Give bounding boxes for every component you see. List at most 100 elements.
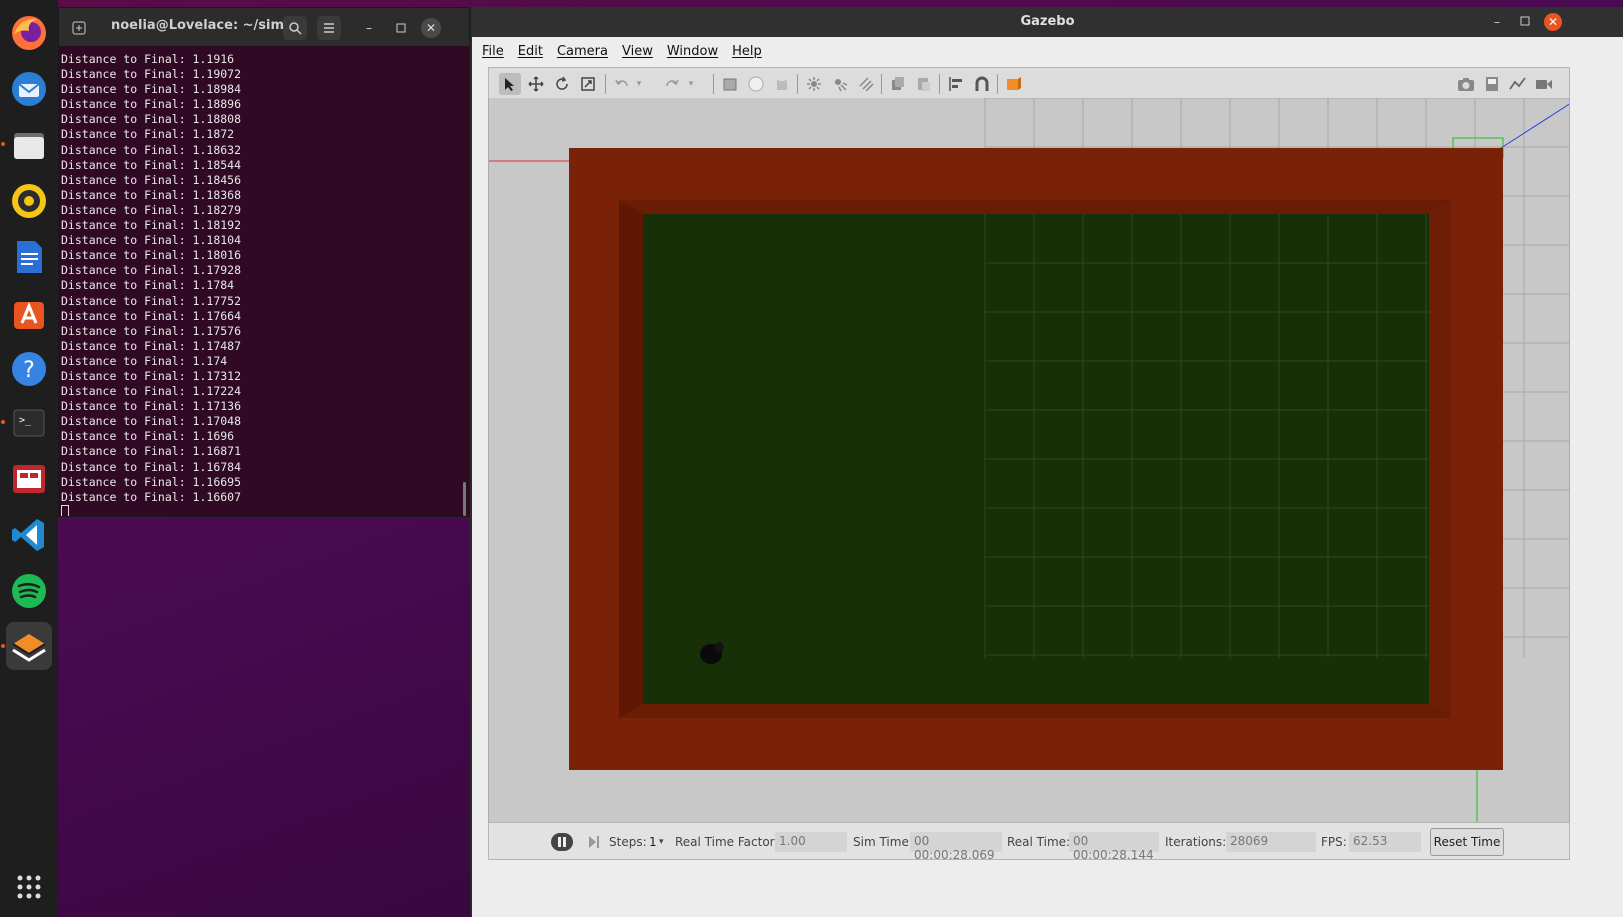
terminal-line: Distance to Final: 1.19072 [61, 67, 242, 82]
terminal-line: Distance to Final: 1.174 [61, 353, 228, 368]
fps-label: FPS: [1321, 835, 1347, 849]
screen-recorder-icon[interactable] [6, 456, 52, 502]
box-shape-icon[interactable] [719, 73, 741, 95]
thunderbird-icon[interactable] [6, 66, 52, 112]
terminal-line: Distance to Final: 1.18192 [61, 218, 242, 233]
terminal-output[interactable]: Distance to Final: 1.1916 Distance to Fin… [59, 46, 469, 516]
minimize-icon[interactable]: – [357, 16, 381, 40]
menu-help[interactable]: Help [732, 44, 762, 59]
terminal-line: Distance to Final: 1.17312 [61, 368, 242, 383]
terminal-line: Distance to Final: 1.16784 [61, 459, 242, 474]
cylinder-shape-icon[interactable] [771, 73, 793, 95]
gazebo-icon[interactable] [6, 622, 52, 670]
show-apps-icon[interactable] [6, 864, 52, 910]
pause-button[interactable] [551, 833, 573, 851]
simulation-statusbar: Steps: 1 ▾ Real Time Factor: 1.00 Sim Ti… [488, 822, 1570, 862]
spot-light-icon[interactable] [829, 73, 851, 95]
svg-text:?: ? [23, 358, 35, 383]
maximize-icon[interactable] [389, 16, 413, 40]
terminal-line: Distance to Final: 1.17576 [61, 323, 242, 338]
steps-spinbox[interactable]: 1 [649, 835, 657, 849]
hamburger-menu-icon[interactable] [317, 16, 341, 40]
steps-dropdown-icon[interactable]: ▾ [659, 837, 664, 847]
step-forward-icon[interactable] [587, 833, 601, 855]
menu-bar: File Edit Camera View Window Help [472, 37, 1623, 65]
terminal-icon[interactable]: >_ [6, 400, 52, 446]
translate-mode-icon[interactable] [525, 73, 547, 95]
writer-icon[interactable] [6, 234, 52, 280]
firefox-icon[interactable] [6, 10, 52, 56]
terminal-line: Distance to Final: 1.17664 [61, 308, 242, 323]
undo-icon[interactable] [611, 73, 633, 95]
video-record-icon[interactable] [1533, 73, 1555, 95]
select-mode-icon[interactable] [499, 73, 521, 95]
real-time-field: 00 00:00:28.144 [1069, 832, 1159, 862]
maximize-icon[interactable] [1516, 13, 1534, 31]
rtf-label: Real Time Factor: [675, 835, 779, 849]
fps-field: 62.53 [1349, 832, 1421, 852]
undo-dropdown-icon[interactable]: ▾ [633, 73, 645, 95]
sim-time-field: 00 00:00:28.069 [910, 832, 1002, 862]
directional-light-icon[interactable] [855, 73, 877, 95]
log-data-icon[interactable] [1481, 73, 1503, 95]
menu-file[interactable]: File [482, 44, 504, 59]
paste-icon[interactable] [913, 73, 935, 95]
menu-camera[interactable]: Camera [557, 44, 608, 59]
window-title: Gazebo [1020, 14, 1075, 29]
reset-time-button[interactable]: Reset Time [1430, 828, 1504, 856]
terminal-title: noelia@Lovelace: ~/simu... [111, 18, 309, 33]
svg-text:>_: >_ [19, 415, 32, 426]
search-icon[interactable] [283, 16, 307, 40]
wall-inner-bottom [619, 704, 1451, 718]
terminal-line: Distance to Final: 1.17928 [61, 263, 242, 278]
vscode-icon[interactable] [6, 512, 52, 558]
terminal-line: Distance to Final: 1.18368 [61, 187, 242, 202]
terminal-line: Distance to Final: 1.16607 [61, 489, 242, 504]
terminal-line: Distance to Final: 1.16695 [61, 474, 242, 489]
gazebo-titlebar: Gazebo – ✕ [472, 7, 1623, 37]
terminal-window: noelia@Lovelace: ~/simu... – ✕ Distance … [58, 7, 470, 517]
new-tab-icon[interactable] [67, 16, 91, 40]
iterations-label: Iterations: [1165, 835, 1227, 849]
minimize-icon[interactable]: – [1488, 13, 1506, 31]
terminal-scrollbar[interactable] [463, 482, 466, 516]
snap-icon[interactable] [971, 73, 993, 95]
terminal-line: Distance to Final: 1.17136 [61, 399, 242, 414]
spotify-icon[interactable] [6, 568, 52, 614]
copy-icon[interactable] [887, 73, 909, 95]
sim-time-label: Sim Time: [853, 835, 913, 849]
menu-window[interactable]: Window [667, 44, 718, 59]
point-light-icon[interactable] [803, 73, 825, 95]
terminal-line: Distance to Final: 1.18896 [61, 97, 242, 112]
rotate-mode-icon[interactable] [551, 73, 573, 95]
screenshot-camera-icon[interactable] [1455, 73, 1477, 95]
terminal-line: Distance to Final: 1.17048 [61, 414, 242, 429]
change-view-icon[interactable] [1003, 73, 1025, 95]
menu-view[interactable]: View [622, 44, 653, 59]
terminal-line: Distance to Final: 1.18984 [61, 82, 242, 97]
terminal-line: Distance to Final: 1.18808 [61, 112, 242, 127]
files-icon[interactable] [6, 122, 52, 168]
software-center-icon[interactable] [6, 290, 52, 336]
scene-viewport[interactable] [488, 98, 1570, 823]
close-icon[interactable]: ✕ [1544, 13, 1562, 31]
rhythmbox-icon[interactable] [6, 178, 52, 224]
close-icon[interactable]: ✕ [421, 18, 441, 38]
plot-icon[interactable] [1507, 73, 1529, 95]
sphere-shape-icon[interactable] [745, 73, 767, 95]
terminal-line: Distance to Final: 1.18016 [61, 248, 242, 263]
menu-edit[interactable]: Edit [518, 44, 543, 59]
terminal-line: Distance to Final: 1.1784 [61, 278, 235, 293]
gazebo-window: Gazebo – ✕ File Edit Camera View Window … [470, 7, 1623, 917]
help-icon[interactable]: ? [6, 346, 52, 392]
scale-mode-icon[interactable] [577, 73, 599, 95]
redo-dropdown-icon[interactable]: ▾ [685, 73, 697, 95]
wall-inner-right [1429, 200, 1451, 718]
redo-icon[interactable] [661, 73, 683, 95]
align-icon[interactable] [945, 73, 967, 95]
terminal-cursor [61, 504, 69, 516]
terminal-line: Distance to Final: 1.18632 [61, 142, 242, 157]
wall-inner-top [619, 200, 1451, 214]
terminal-header: noelia@Lovelace: ~/simu... – ✕ [59, 8, 469, 46]
rtf-field: 1.00 [775, 832, 847, 852]
